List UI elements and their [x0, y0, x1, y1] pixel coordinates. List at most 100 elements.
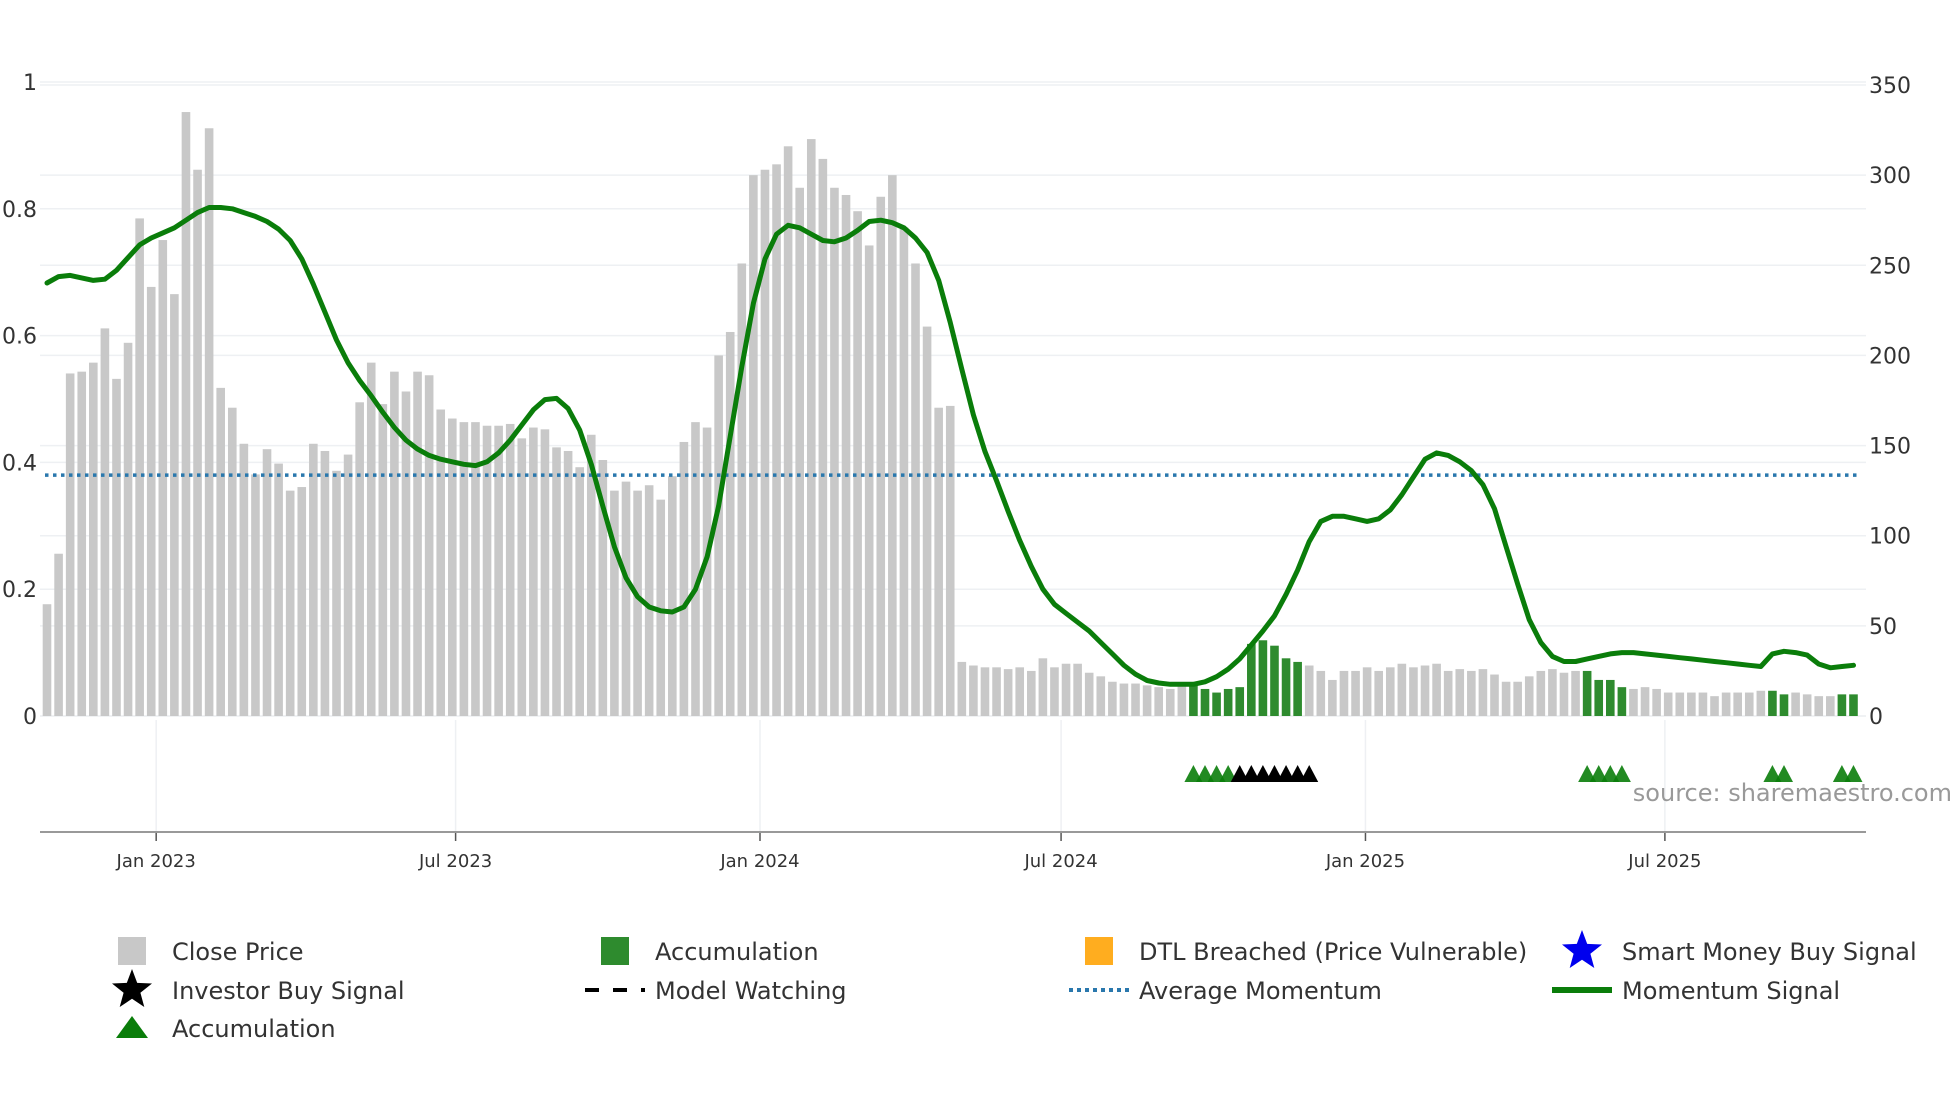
price-bar: [170, 294, 179, 716]
price-bar: [77, 371, 87, 716]
legend: Close Price Accumulation DTL Breached (Pri…: [112, 930, 1917, 1043]
price-bar: [992, 667, 1001, 716]
price-bar: [482, 425, 492, 716]
price-bar: [749, 175, 758, 717]
price-bar: [725, 331, 735, 716]
price-bar: [1397, 663, 1407, 716]
price-bar: [1061, 663, 1071, 716]
price-bar: [1478, 669, 1488, 716]
price-bar: [980, 667, 990, 716]
price-bar: [54, 553, 63, 716]
price-bar: [332, 470, 341, 716]
accumulation-bar: [1582, 670, 1592, 716]
price-bar: [1038, 658, 1048, 716]
price-bar: [945, 405, 955, 716]
price-bar: [309, 443, 318, 716]
price-bar: [969, 665, 978, 716]
price-bar: [1687, 692, 1696, 716]
legend-label: Close Price: [172, 938, 304, 966]
price-bar: [366, 362, 376, 716]
price-bar: [841, 194, 851, 716]
price-bar: [146, 286, 156, 716]
price-bar: [158, 240, 168, 716]
investor-star-icon: [112, 969, 152, 1007]
price-bar: [204, 128, 214, 717]
price-bar: [1791, 692, 1800, 716]
price-bar: [1733, 692, 1742, 716]
left-axis-tick-label: 1: [23, 71, 37, 96]
right-axis-tick-label: 150: [1869, 435, 1911, 460]
price-bar: [864, 245, 874, 716]
accumulation-bar: [1258, 640, 1268, 716]
price-bar: [806, 139, 816, 717]
price-bar: [1096, 676, 1106, 716]
price-bar: [517, 438, 527, 716]
price-bar: [1165, 688, 1175, 716]
price-bar: [274, 463, 283, 716]
accumulation-bar: [1837, 694, 1847, 716]
price-bar: [783, 146, 793, 717]
accumulation-bar: [1281, 658, 1291, 716]
price-bar: [262, 449, 272, 716]
left-axis-tick-label: 0: [23, 705, 37, 730]
price-bar: [1548, 669, 1557, 716]
price-bar: [1351, 670, 1360, 716]
investor-buy-signal-marker: [1300, 765, 1319, 782]
price-bar: [1675, 692, 1685, 716]
price-bar: [1629, 688, 1638, 716]
price-bar: [1374, 670, 1383, 716]
price-bar: [65, 373, 75, 716]
price-bar: [1362, 667, 1372, 716]
close-price-swatch-icon: [118, 937, 146, 965]
price-bar: [42, 604, 52, 716]
legend-label: Accumulation: [655, 938, 819, 966]
price-bar: [644, 485, 654, 716]
price-bar: [1814, 696, 1824, 716]
price-bar: [668, 476, 677, 716]
smart-money-star-icon: [1562, 930, 1602, 968]
price-bar: [100, 328, 110, 716]
momentum-price-chart: 0 0.2 0.4 0.6 0.8 1 0 50 100 150 200 250 300 350 Jan 2…: [2, 71, 1952, 1043]
price-bar: [633, 490, 642, 716]
price-bar: [436, 409, 446, 716]
x-tick-label: Jul 2024: [1023, 851, 1097, 872]
accumulation-bar: [1617, 687, 1627, 716]
left-axis-tick-label: 0.2: [2, 578, 37, 603]
price-bar: [1756, 690, 1766, 716]
price-bar: [610, 490, 619, 716]
legend-label: DTL Breached (Price Vulnerable): [1139, 938, 1527, 966]
price-bar: [714, 355, 723, 716]
price-bar: [1131, 683, 1140, 716]
price-bar: [505, 423, 515, 716]
price-bar: [679, 441, 689, 716]
price-bar: [830, 187, 839, 716]
price-bar: [135, 218, 144, 716]
price-bar: [795, 187, 804, 716]
accumulation-bar: [1212, 692, 1221, 716]
price-bar: [1015, 667, 1025, 716]
price-bar: [621, 481, 631, 716]
price-bar: [1467, 670, 1476, 716]
accumulation-bar: [1200, 688, 1210, 716]
x-tick-label: Jan 2023: [116, 851, 196, 872]
price-bar: [1339, 670, 1349, 716]
accumulation-bar: [1594, 679, 1604, 716]
right-axis-tick-label: 200: [1869, 344, 1911, 369]
price-bar: [239, 443, 249, 716]
price-bar: [1826, 696, 1835, 716]
accumulation-bar: [1235, 687, 1245, 716]
axes: 0 0.2 0.4 0.6 0.8 1 0 50 100 150 200 250 300 350 Jan 2…: [2, 71, 1911, 872]
price-bar: [772, 164, 781, 717]
price-bar: [1501, 681, 1511, 716]
price-bar: [1409, 667, 1418, 716]
accumulation-triangle-icon: [116, 1016, 148, 1038]
legend-label: Accumulation: [172, 1015, 336, 1043]
price-bar: [1316, 670, 1326, 716]
price-bar: [1652, 688, 1661, 716]
price-bar: [413, 371, 422, 716]
price-bar: [540, 429, 550, 716]
price-bar: [922, 326, 932, 716]
dtl-breached-swatch-icon: [1085, 937, 1113, 965]
price-bar: [1571, 670, 1580, 716]
legend-label: Model Watching: [655, 977, 847, 1005]
